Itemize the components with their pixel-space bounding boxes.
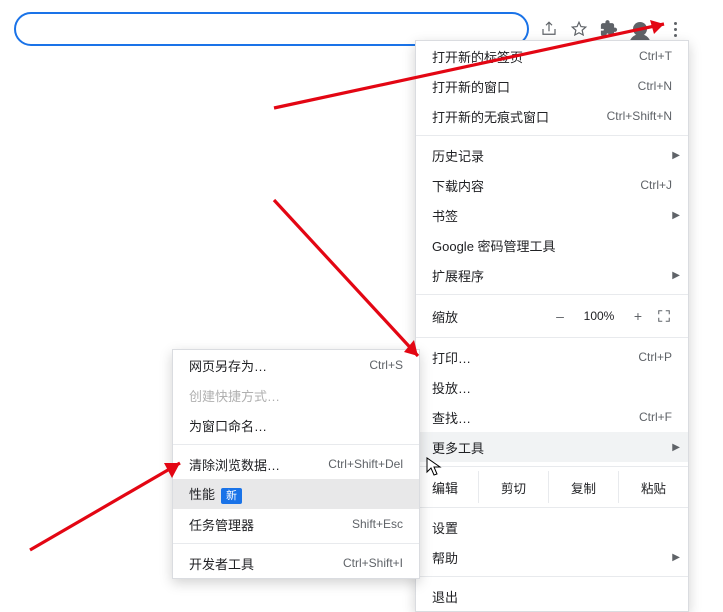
menu-password-manager[interactable]: Google 密码管理工具 xyxy=(416,230,688,260)
menu-settings[interactable]: 设置 xyxy=(416,512,688,542)
menu-separator xyxy=(173,543,419,544)
mouse-cursor-icon xyxy=(426,457,442,482)
menu-downloads[interactable]: 下载内容Ctrl+J xyxy=(416,170,688,200)
menu-print[interactable]: 打印…Ctrl+P xyxy=(416,342,688,372)
chevron-right-icon: ▶ xyxy=(672,150,680,161)
sub-performance[interactable]: 性能新 xyxy=(173,479,419,509)
menu-history[interactable]: 历史记录▶ xyxy=(416,140,688,170)
sub-clear-browsing-data[interactable]: 清除浏览数据…Ctrl+Shift+Del xyxy=(173,449,419,479)
menu-new-tab[interactable]: 打开新的标签页Ctrl+T xyxy=(416,41,688,71)
menu-separator xyxy=(416,466,688,467)
more-tools-submenu: 网页另存为…Ctrl+S 创建快捷方式… 为窗口命名… 清除浏览数据…Ctrl+… xyxy=(172,349,420,579)
menu-separator xyxy=(416,507,688,508)
sub-save-page-as[interactable]: 网页另存为…Ctrl+S xyxy=(173,350,419,380)
menu-separator xyxy=(416,294,688,295)
chevron-right-icon: ▶ xyxy=(672,552,680,563)
menu-cast[interactable]: 投放… xyxy=(416,372,688,402)
zoom-in-button[interactable]: + xyxy=(624,308,652,324)
edit-cut[interactable]: 剪切 xyxy=(478,471,548,503)
share-icon[interactable] xyxy=(539,19,559,39)
bookmark-star-icon[interactable] xyxy=(569,19,589,39)
sub-name-window[interactable]: 为窗口命名… xyxy=(173,410,419,440)
menu-new-incognito[interactable]: 打开新的无痕式窗口Ctrl+Shift+N xyxy=(416,101,688,131)
chevron-right-icon: ▶ xyxy=(672,442,680,453)
menu-edit-row: 编辑 剪切 复制 粘贴 xyxy=(416,471,688,503)
zoom-label: 缩放 xyxy=(432,307,546,326)
chevron-right-icon: ▶ xyxy=(672,210,680,221)
menu-separator xyxy=(416,135,688,136)
menu-extensions[interactable]: 扩展程序▶ xyxy=(416,260,688,290)
zoom-value: 100% xyxy=(574,309,624,323)
menu-zoom-row: 缩放 – 100% + xyxy=(416,299,688,333)
menu-separator xyxy=(173,444,419,445)
edit-paste[interactable]: 粘贴 xyxy=(618,471,688,503)
profile-avatar[interactable] xyxy=(629,18,651,40)
chevron-right-icon: ▶ xyxy=(672,270,680,281)
menu-separator xyxy=(416,337,688,338)
new-badge: 新 xyxy=(221,488,242,504)
perf-label: 性能 xyxy=(189,487,215,502)
extensions-icon[interactable] xyxy=(599,19,619,39)
sub-create-shortcut: 创建快捷方式… xyxy=(173,380,419,410)
menu-bookmarks[interactable]: 书签▶ xyxy=(416,200,688,230)
sub-task-manager[interactable]: 任务管理器Shift+Esc xyxy=(173,509,419,539)
menu-separator xyxy=(416,576,688,577)
menu-exit[interactable]: 退出 xyxy=(416,581,688,611)
zoom-out-button[interactable]: – xyxy=(546,308,574,324)
chrome-menu-button[interactable] xyxy=(661,15,689,43)
sub-developer-tools[interactable]: 开发者工具Ctrl+Shift+I xyxy=(173,548,419,578)
menu-find[interactable]: 查找…Ctrl+F xyxy=(416,402,688,432)
chrome-main-menu: 打开新的标签页Ctrl+T 打开新的窗口Ctrl+N 打开新的无痕式窗口Ctrl… xyxy=(415,40,689,612)
edit-copy[interactable]: 复制 xyxy=(548,471,618,503)
menu-new-window[interactable]: 打开新的窗口Ctrl+N xyxy=(416,71,688,101)
fullscreen-icon[interactable] xyxy=(652,306,676,326)
menu-more-tools[interactable]: 更多工具▶ xyxy=(416,432,688,462)
menu-help[interactable]: 帮助▶ xyxy=(416,542,688,572)
